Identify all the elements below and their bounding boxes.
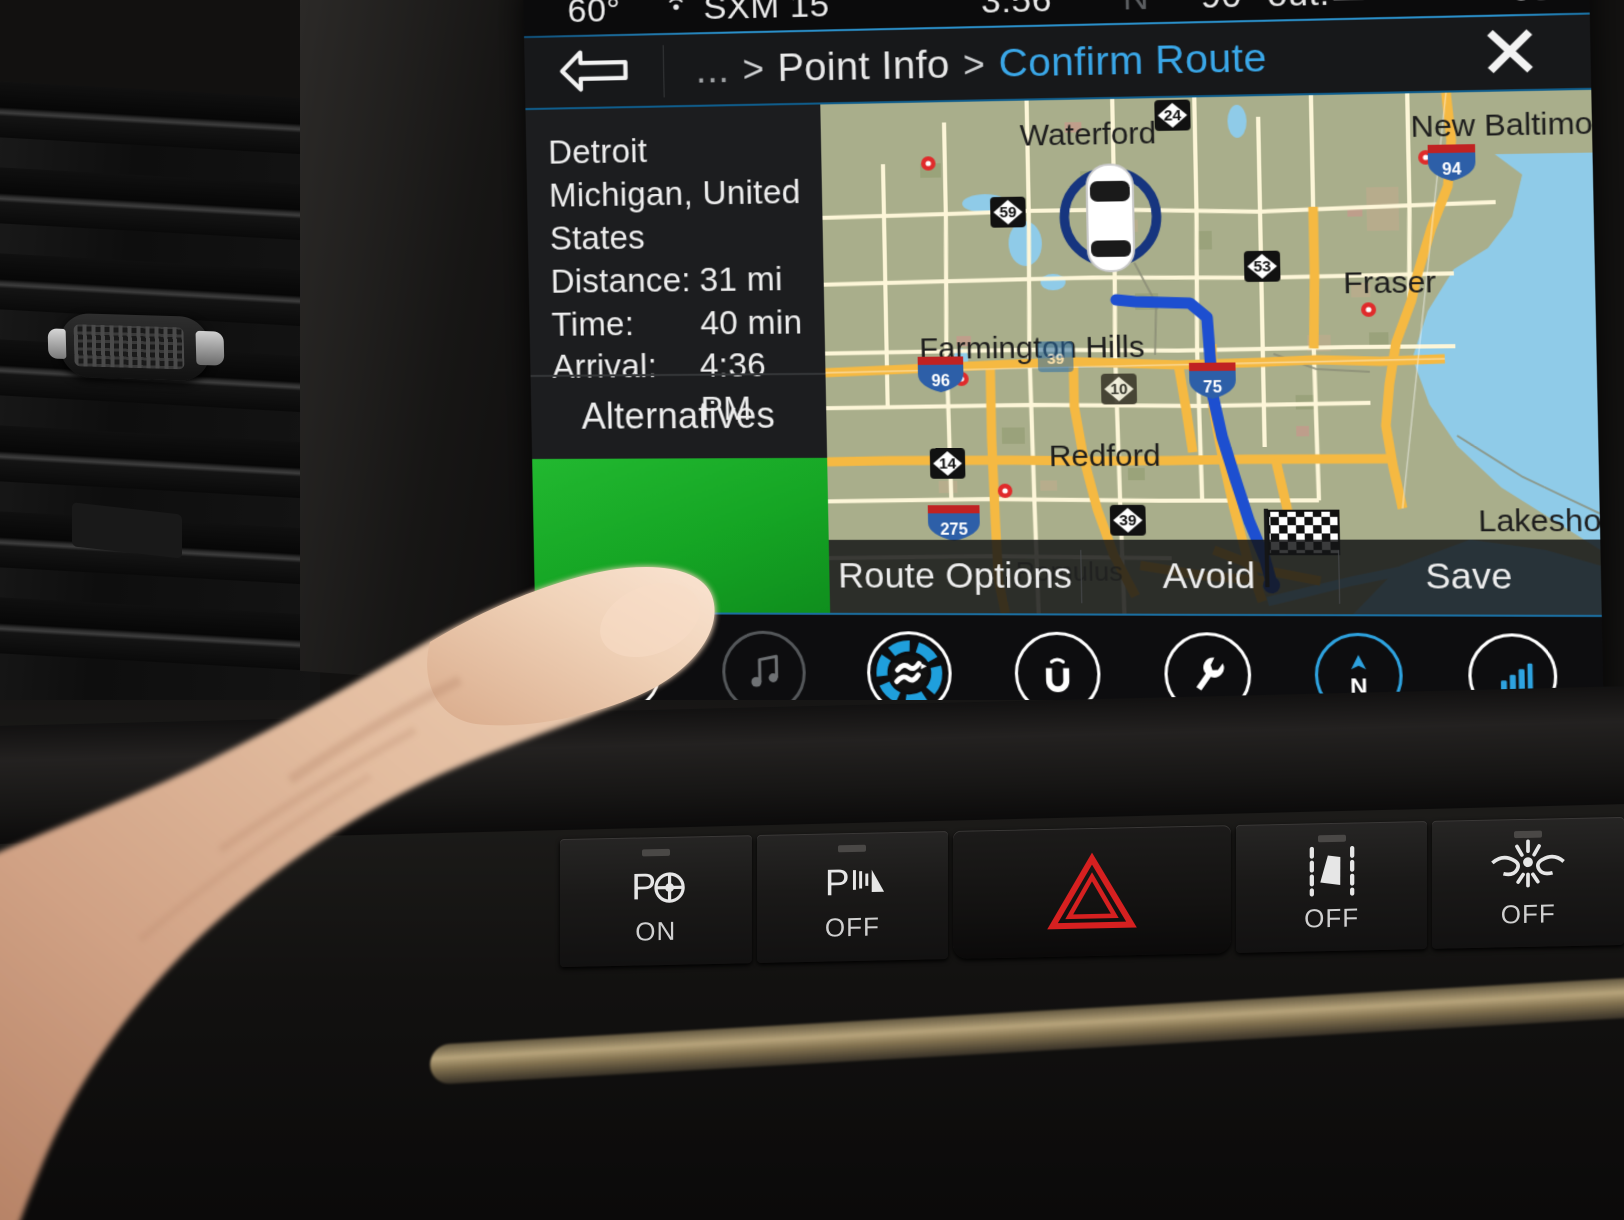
park-sensor-state: OFF (824, 910, 880, 943)
svg-text:P: P (631, 865, 656, 907)
start-route-button[interactable] (532, 457, 831, 613)
close-button[interactable] (1479, 21, 1541, 86)
heated-seat-icon (1328, 0, 1374, 17)
breadcrumb-separator-2: > (962, 43, 986, 86)
svg-text:94: 94 (1442, 161, 1462, 179)
park-assist-icon: P (631, 865, 685, 907)
hazard-button[interactable] (953, 825, 1231, 959)
shield-53: 53 (1243, 250, 1281, 282)
lane-departure-button[interactable]: OFF (1235, 820, 1428, 953)
heading-indicator: N (1122, 0, 1149, 18)
svg-text:10: 10 (1110, 381, 1128, 399)
air-vent-panel (0, 80, 320, 740)
avoid-button[interactable]: Avoid (1080, 540, 1339, 615)
shield-24: 24 (1154, 99, 1191, 132)
clock: 3:56 (980, 0, 1053, 21)
alternatives-button[interactable]: Alternatives (531, 375, 828, 457)
passenger-temp: 60 (1510, 0, 1553, 10)
distance-row: Distance: 31 mi (550, 257, 824, 303)
breadcrumb-prefix[interactable]: ... (695, 48, 730, 93)
park-assist-state: ON (635, 915, 677, 947)
svg-text:24: 24 (1164, 107, 1183, 125)
destination-city: Detroit (547, 131, 648, 171)
shield-59: 59 (990, 196, 1026, 228)
hazard-triangle-icon (1047, 852, 1137, 930)
map-label-redford: Redford (1048, 439, 1160, 473)
collision-warning-icon (1491, 838, 1566, 887)
outside-temp: 90° out. (1200, 0, 1330, 16)
back-button[interactable] (524, 35, 664, 110)
breadcrumb-confirm-route: Confirm Route (998, 36, 1268, 86)
distance-value: 31 mi (699, 259, 783, 298)
shield-10: 10 (1100, 373, 1138, 405)
hardware-button-row: P ON P OFF OFF OFF (560, 816, 1624, 968)
breadcrumb: ... > Point Info > Confirm Route (695, 36, 1267, 93)
audio-source-label: SXM 15 (702, 0, 830, 27)
save-button[interactable]: Save (1337, 540, 1601, 615)
svg-text:39: 39 (1119, 512, 1137, 529)
park-assist-button[interactable]: P ON (560, 835, 752, 968)
map-label-waterford: Waterford (1019, 117, 1156, 153)
lane-departure-state: OFF (1304, 901, 1360, 934)
map-canvas: Waterford New Baltimore Fraser Farmingto… (820, 89, 1602, 615)
time-label: Time: (551, 304, 635, 343)
distance-label: Distance: (550, 260, 692, 300)
shield-39x: 39 (1037, 341, 1074, 373)
route-confirm-body: Detroit Michigan, United States Distance… (525, 89, 1602, 615)
park-sensor-button[interactable]: P OFF (756, 831, 949, 964)
shield-39: 39 (1109, 504, 1146, 536)
map-graphics: Waterford New Baltimore Fraser Farmingto… (820, 89, 1602, 615)
collision-warning-button[interactable]: OFF (1432, 816, 1624, 949)
svg-text:75: 75 (1203, 379, 1222, 397)
route-options-button[interactable]: Route Options (829, 540, 1082, 614)
breadcrumb-separator-1: > (742, 47, 765, 90)
infotainment-screenshot: 60° SXM 15 3:56 N 90° out. (0, 0, 1624, 1220)
shield-14: 14 (929, 448, 966, 479)
svg-text:59: 59 (999, 204, 1017, 222)
back-arrow-icon (556, 44, 631, 101)
map-label-fraser: Fraser (1343, 265, 1437, 300)
svg-text:53: 53 (1253, 258, 1271, 276)
screen-bezel-left (300, 0, 560, 690)
time-value: 40 min (699, 302, 803, 342)
svg-text:39: 39 (1047, 350, 1065, 368)
uconnect-touchscreen[interactable]: 60° SXM 15 3:56 N 90° out. (523, 0, 1604, 716)
vent-direction-knob[interactable] (47, 312, 225, 382)
route-info-panel: Detroit Michigan, United States Distance… (525, 104, 831, 613)
lane-departure-icon (1309, 845, 1354, 897)
driver-temp: 60° (567, 0, 621, 30)
radio-broadcast-icon (661, 0, 692, 29)
destination-region: Michigan, United States (548, 172, 801, 257)
park-sensor-icon: P (825, 861, 885, 903)
svg-text:96: 96 (931, 373, 950, 390)
svg-text:275: 275 (940, 521, 968, 538)
map-action-bar: Route Options Avoid Save (828, 539, 1602, 615)
map-label-new-baltimore: New Baltimore (1410, 106, 1601, 144)
svg-text:14: 14 (939, 455, 957, 472)
map-label-lakeshore: Lakeshore (1478, 504, 1602, 539)
time-row: Time: 40 min (551, 300, 825, 346)
audio-source[interactable]: SXM 15 (661, 0, 830, 29)
map-view[interactable]: Waterford New Baltimore Fraser Farmingto… (820, 89, 1602, 615)
close-icon (1480, 66, 1541, 85)
header-divider (662, 45, 665, 98)
svg-text:P: P (825, 861, 850, 903)
breadcrumb-point-info[interactable]: Point Info (777, 43, 950, 91)
collision-warning-state: OFF (1500, 897, 1556, 929)
